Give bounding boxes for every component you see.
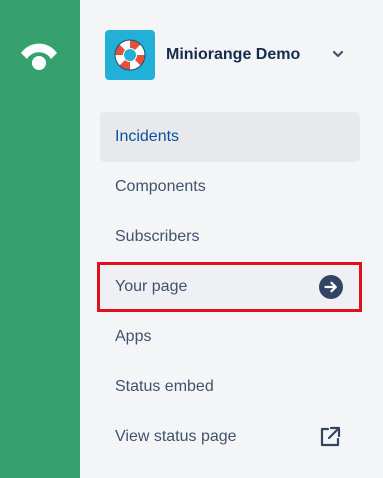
nav-item-label: Incidents — [115, 128, 180, 145]
nav-item-subscribers[interactable]: Subscribers — [100, 212, 360, 262]
sidebar: Miniorange Demo Incidents Components Sub… — [80, 0, 383, 478]
nav-item-status-embed[interactable]: Status embed — [100, 362, 360, 412]
page-name: Miniorange Demo — [166, 46, 301, 63]
nav-item-label: View status page — [115, 428, 237, 445]
nav-item-label: Apps — [115, 328, 152, 345]
nav-item-apps[interactable]: Apps — [100, 312, 360, 362]
statuspage-logo-icon[interactable] — [18, 36, 60, 72]
lifebuoy-icon — [105, 30, 155, 80]
nav-item-label: Status embed — [115, 378, 214, 395]
nav-item-label: Your page — [115, 278, 188, 295]
nav-item-label: Subscribers — [115, 228, 200, 245]
arrow-right-circle-icon — [319, 275, 343, 299]
nav-menu: Incidents Components Subscribers Your pa… — [97, 112, 362, 462]
chevron-down-icon[interactable] — [331, 47, 345, 61]
nav-item-components[interactable]: Components — [100, 162, 360, 212]
external-link-icon[interactable] — [318, 425, 342, 449]
nav-item-label: Components — [115, 178, 206, 195]
nav-item-your-page[interactable]: Your page — [97, 262, 362, 312]
page-switcher[interactable]: Miniorange Demo — [105, 29, 365, 81]
app-rail — [0, 0, 80, 478]
nav-item-incidents[interactable]: Incidents — [100, 112, 360, 162]
nav-item-view-status-page[interactable]: View status page — [100, 412, 360, 462]
